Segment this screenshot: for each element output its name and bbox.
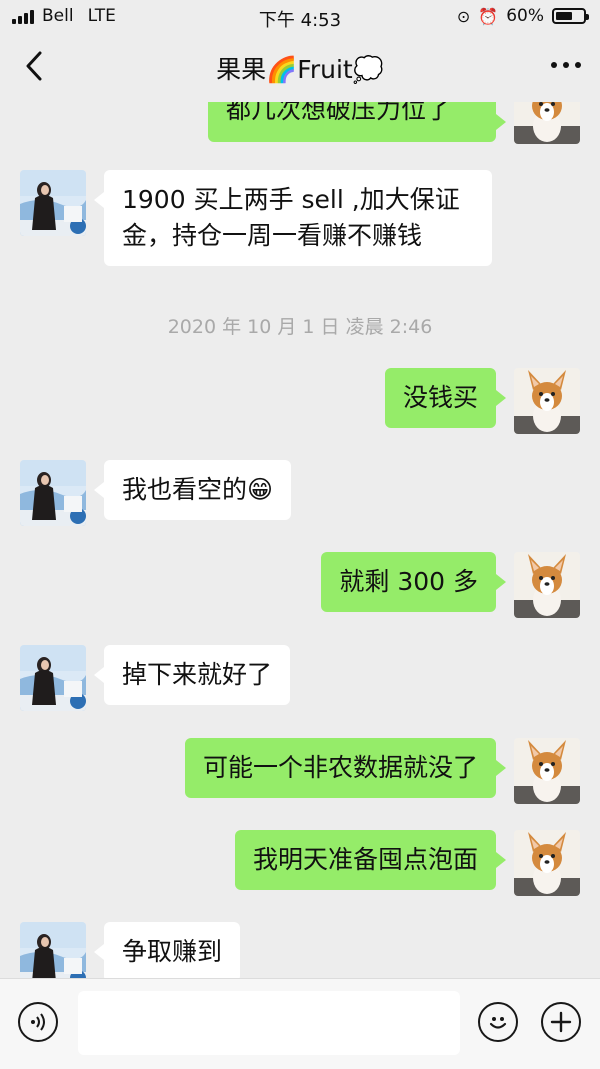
message-bubble-outgoing[interactable]: 都几次想破压力位了 — [208, 102, 506, 142]
status-bar: Bell LTE 下午 4:53 ⊙ ⏰ 60% — [0, 0, 600, 34]
my-avatar[interactable] — [514, 552, 580, 618]
my-avatar[interactable] — [514, 368, 580, 434]
add-button[interactable] — [541, 1002, 581, 1042]
message-bubble-incoming[interactable]: 1900 买上两手 sell ,加大保证金，持仓一周一看赚不赚钱 — [94, 170, 492, 266]
emoji-icon — [489, 1017, 507, 1029]
my-avatar[interactable] — [514, 830, 580, 896]
battery-percent: 60% — [506, 6, 544, 26]
message-text: 掉下来就好了 — [122, 660, 273, 689]
message-text: 我也看空的😁 — [122, 475, 274, 504]
battery-icon — [552, 8, 589, 24]
plus-icon — [550, 1011, 572, 1033]
input-bar — [0, 978, 600, 1069]
voice-icon — [31, 1013, 45, 1031]
message-text: 都几次想破压力位了 — [226, 102, 452, 124]
message-bubble-outgoing[interactable]: 可能一个非农数据就没了 — [184, 738, 507, 798]
message-bubble-incoming[interactable]: 争取赚到 — [93, 922, 241, 978]
message-text: 就剩 300 多 — [339, 567, 478, 596]
more-button[interactable] — [550, 46, 582, 76]
contact-avatar[interactable] — [20, 460, 86, 526]
message-text: 1900 买上两手 sell ,加大保证金，持仓一周一看赚不赚钱 — [122, 185, 460, 250]
message-list[interactable]: 都几次想破压力位了 1900 买上两手 sell ,加大保证金，持仓一周一看赚不… — [0, 102, 600, 978]
timestamp: 2020 年 10 月 1 日 凌晨 2:46 — [167, 316, 433, 338]
status-right: ⊙ ⏰ 60% — [456, 6, 589, 26]
message-bubble-incoming[interactable]: 我也看空的😁 — [93, 460, 292, 520]
my-avatar[interactable] — [514, 738, 580, 804]
message-bubble-outgoing[interactable]: 没钱买 — [384, 368, 507, 428]
message-bubble-outgoing[interactable]: 就剩 300 多 — [321, 552, 506, 612]
more-dots-icon — [551, 62, 581, 68]
message-bubble-outgoing[interactable]: 我明天准备囤点泡面 — [234, 830, 507, 890]
contact-avatar[interactable] — [20, 170, 86, 236]
message-text: 没钱买 — [402, 383, 478, 412]
message-input[interactable] — [78, 991, 460, 1055]
message-text: 我明天准备囤点泡面 — [252, 845, 478, 874]
my-avatar[interactable] — [514, 102, 580, 144]
contact-avatar[interactable] — [20, 922, 86, 978]
message-text: 可能一个非农数据就没了 — [202, 753, 478, 782]
alarm-icon: ⏰ — [478, 6, 499, 26]
message-text: 争取赚到 — [122, 937, 223, 966]
emoji-button[interactable] — [478, 1002, 518, 1042]
orientation-lock-icon: ⊙ — [456, 6, 471, 26]
message-bubble-incoming[interactable]: 掉下来就好了 — [93, 645, 291, 705]
voice-button[interactable] — [18, 1002, 58, 1042]
contact-avatar[interactable] — [20, 645, 86, 711]
chat-header: 果果🌈Fruit💭 — [0, 34, 600, 102]
chat-title: 果果🌈Fruit💭 — [216, 55, 384, 84]
